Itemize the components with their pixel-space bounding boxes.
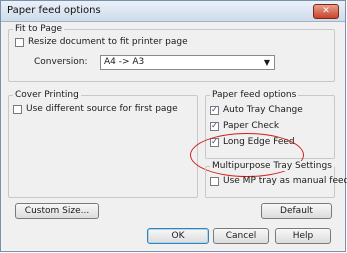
use-mp-tray-checkbox[interactable]: Use MP tray as manual feed xyxy=(210,176,347,186)
fit-to-page-label: Fit to Page xyxy=(13,24,65,34)
checkbox-box[interactable] xyxy=(13,104,22,114)
title-bar: Paper feed options ✕ xyxy=(1,1,345,22)
close-button[interactable]: ✕ xyxy=(313,4,339,19)
cover-printing-group: Cover Printing Use different source for … xyxy=(8,90,198,198)
conversion-label: Conversion: xyxy=(34,57,88,67)
conversion-select[interactable]: A4 -> A3 ▼ xyxy=(100,55,275,70)
paper-feed-options-dialog: Paper feed options ✕ Fit to Page Resize … xyxy=(0,0,347,252)
checkmark-icon[interactable]: ✓ xyxy=(210,121,219,131)
use-mp-tray-label: Use MP tray as manual feed xyxy=(223,176,347,186)
use-different-source-label: Use different source for first page xyxy=(26,104,178,114)
paper-check-checkbox[interactable]: ✓ Paper Check xyxy=(210,121,279,131)
cover-printing-label: Cover Printing xyxy=(13,90,81,100)
default-button[interactable]: Default xyxy=(261,203,332,219)
fit-to-page-group: Fit to Page Resize document to fit print… xyxy=(8,24,335,82)
window-title: Paper feed options xyxy=(7,5,101,16)
resize-document-label: Resize document to fit printer page xyxy=(28,37,188,47)
checkbox-box[interactable] xyxy=(210,176,219,186)
chevron-down-icon: ▼ xyxy=(263,58,270,67)
paper-feed-label: Paper feed options xyxy=(210,90,299,100)
help-button[interactable]: Help xyxy=(275,228,331,244)
conversion-value: A4 -> A3 xyxy=(104,57,145,67)
mp-tray-label: Multipurpose Tray Settings xyxy=(210,161,334,171)
dialog-body: Fit to Page Resize document to fit print… xyxy=(2,22,347,250)
auto-tray-change-checkbox[interactable]: ✓ Auto Tray Change xyxy=(210,105,303,115)
resize-document-checkbox[interactable]: Resize document to fit printer page xyxy=(15,37,188,47)
checkmark-icon[interactable]: ✓ xyxy=(210,105,219,115)
custom-size-button[interactable]: Custom Size... xyxy=(15,203,99,219)
cancel-button[interactable]: Cancel xyxy=(213,228,269,244)
paper-check-label: Paper Check xyxy=(223,121,280,131)
checkbox-box[interactable] xyxy=(15,37,24,47)
use-different-source-checkbox[interactable]: Use different source for first page xyxy=(13,104,178,114)
ok-button[interactable]: OK xyxy=(147,228,209,244)
mp-tray-group: Multipurpose Tray Settings Use MP tray a… xyxy=(205,161,347,198)
auto-tray-change-label: Auto Tray Change xyxy=(223,105,303,115)
